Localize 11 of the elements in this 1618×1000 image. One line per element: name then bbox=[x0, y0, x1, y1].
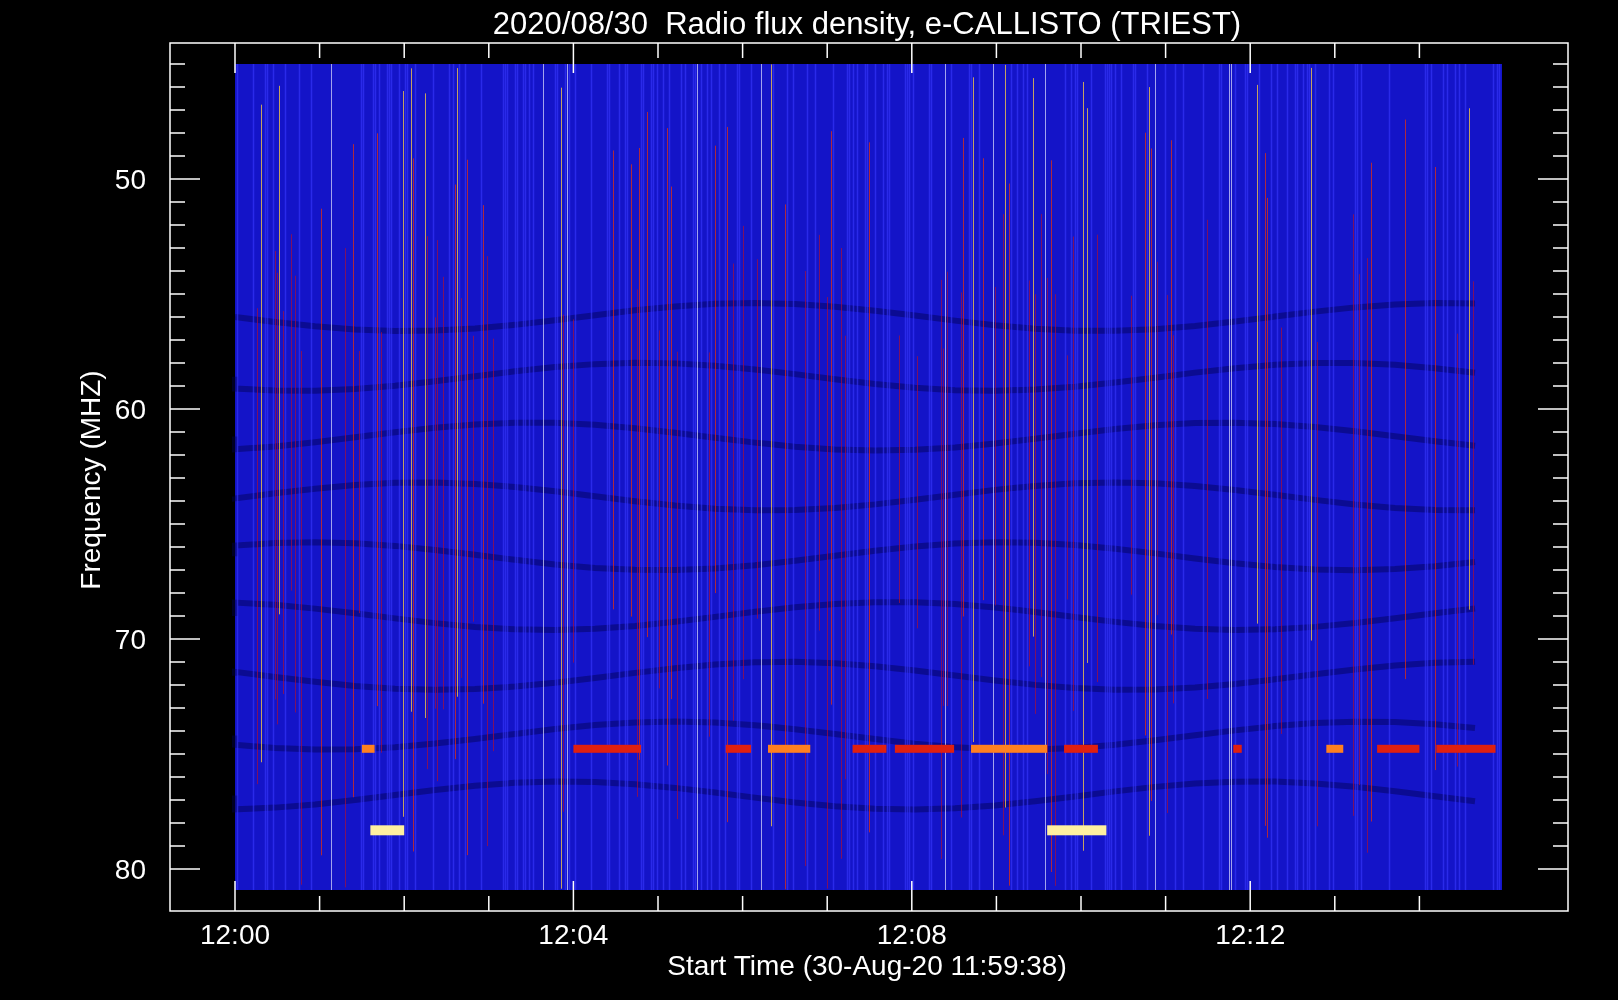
axis-title: Frequency (MHZ) bbox=[75, 370, 106, 590]
axis-title: Start Time (30-Aug-20 11:59:38) bbox=[667, 950, 1067, 981]
tick-label: 70 bbox=[114, 624, 146, 655]
tick-label: 80 bbox=[114, 854, 146, 885]
tick-label: 12:00 bbox=[199, 919, 271, 950]
tick-label: 12:08 bbox=[876, 919, 947, 950]
tick-label: 12:04 bbox=[538, 919, 609, 950]
tick-label: 50 bbox=[114, 164, 146, 195]
tick-label: 12:12 bbox=[1215, 919, 1286, 950]
chart-title: 2020/08/30 Radio flux density, e-CALLISTO (TRIEST) bbox=[492, 6, 1242, 41]
tick-label: 60 bbox=[114, 394, 146, 425]
